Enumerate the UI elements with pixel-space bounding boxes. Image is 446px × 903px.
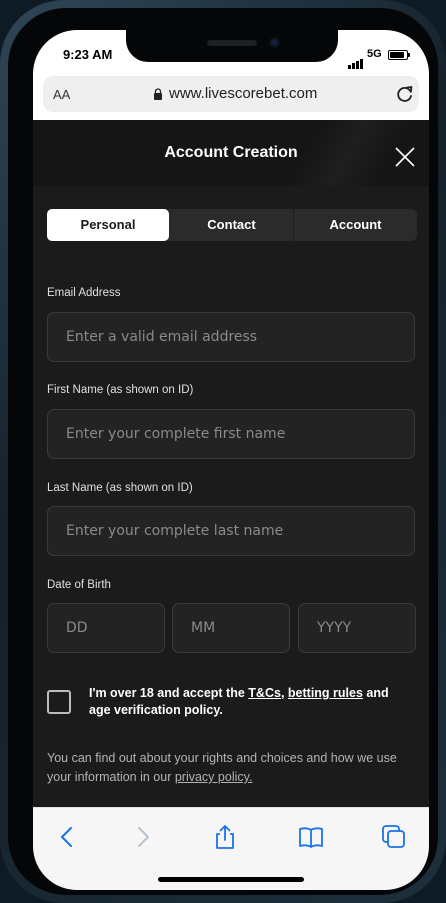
lock-icon — [154, 88, 162, 100]
forward-icon[interactable] — [130, 824, 156, 850]
tab-personal[interactable]: Personal — [47, 209, 169, 241]
consent-checkbox[interactable] — [47, 690, 71, 714]
first-name-label: First Name (as shown on ID) — [47, 384, 194, 396]
dob-label: Date of Birth — [47, 579, 111, 591]
consent-separator: , — [280, 686, 288, 700]
dob-day-box — [47, 603, 165, 653]
safari-toolbar — [33, 807, 429, 890]
network-type: 5G — [367, 48, 382, 60]
consent-text-before: I'm over 18 and accept the — [89, 686, 249, 700]
phone-bezel: 9:23 AM 5G AA www.livescorebet.com Accou… — [8, 8, 438, 895]
status-time: 9:23 AM — [63, 47, 113, 62]
notch — [126, 30, 338, 62]
bookmarks-icon[interactable] — [298, 824, 324, 850]
url-text[interactable]: www.livescorebet.com — [169, 85, 317, 102]
signal-icon — [348, 51, 364, 69]
first-name-field-box — [47, 409, 415, 459]
privacy-policy-link[interactable]: privacy policy. — [175, 770, 253, 784]
screen: 9:23 AM 5G AA www.livescorebet.com Accou… — [33, 30, 429, 890]
close-icon[interactable] — [395, 147, 415, 167]
dob-year-input[interactable] — [299, 604, 415, 652]
last-name-label: Last Name (as shown on ID) — [47, 482, 193, 494]
modal-title: Account Creation — [164, 144, 298, 161]
step-tabs: Personal Contact Account — [47, 209, 417, 241]
email-label: Email Address — [47, 287, 121, 299]
privacy-info: You can find out about your rights and c… — [47, 749, 422, 787]
tab-account[interactable]: Account — [294, 209, 417, 241]
account-creation-page: Account Creation Personal Contact Accoun… — [33, 120, 429, 807]
back-icon[interactable] — [54, 824, 80, 850]
battery-icon — [388, 50, 410, 60]
phone-frame: 9:23 AM 5G AA www.livescorebet.com Accou… — [0, 0, 446, 903]
home-indicator — [158, 877, 304, 882]
safari-address-bar: AA www.livescorebet.com — [33, 74, 429, 120]
dob-month-input[interactable] — [173, 604, 289, 652]
email-input[interactable] — [48, 313, 414, 361]
dob-year-box — [298, 603, 416, 653]
modal-header: Account Creation — [33, 120, 429, 186]
speaker — [207, 40, 257, 46]
dob-month-box — [172, 603, 290, 653]
front-camera — [269, 37, 280, 48]
share-icon[interactable] — [212, 824, 238, 850]
tab-contact[interactable]: Contact — [170, 209, 293, 241]
last-name-field-box — [47, 506, 415, 556]
tnc-link[interactable]: T&Cs — [248, 686, 281, 700]
text-size-button[interactable]: AA — [53, 87, 70, 102]
first-name-input[interactable] — [48, 410, 414, 458]
consent-text: I'm over 18 and accept the T&Cs, betting… — [89, 685, 409, 719]
reload-icon[interactable] — [395, 84, 415, 104]
url-field[interactable]: AA www.livescorebet.com — [43, 76, 419, 112]
last-name-input[interactable] — [48, 507, 414, 555]
email-field-box — [47, 312, 415, 362]
betting-rules-link[interactable]: betting rules — [288, 686, 363, 700]
dob-day-input[interactable] — [48, 604, 164, 652]
tabs-icon[interactable] — [381, 824, 407, 850]
